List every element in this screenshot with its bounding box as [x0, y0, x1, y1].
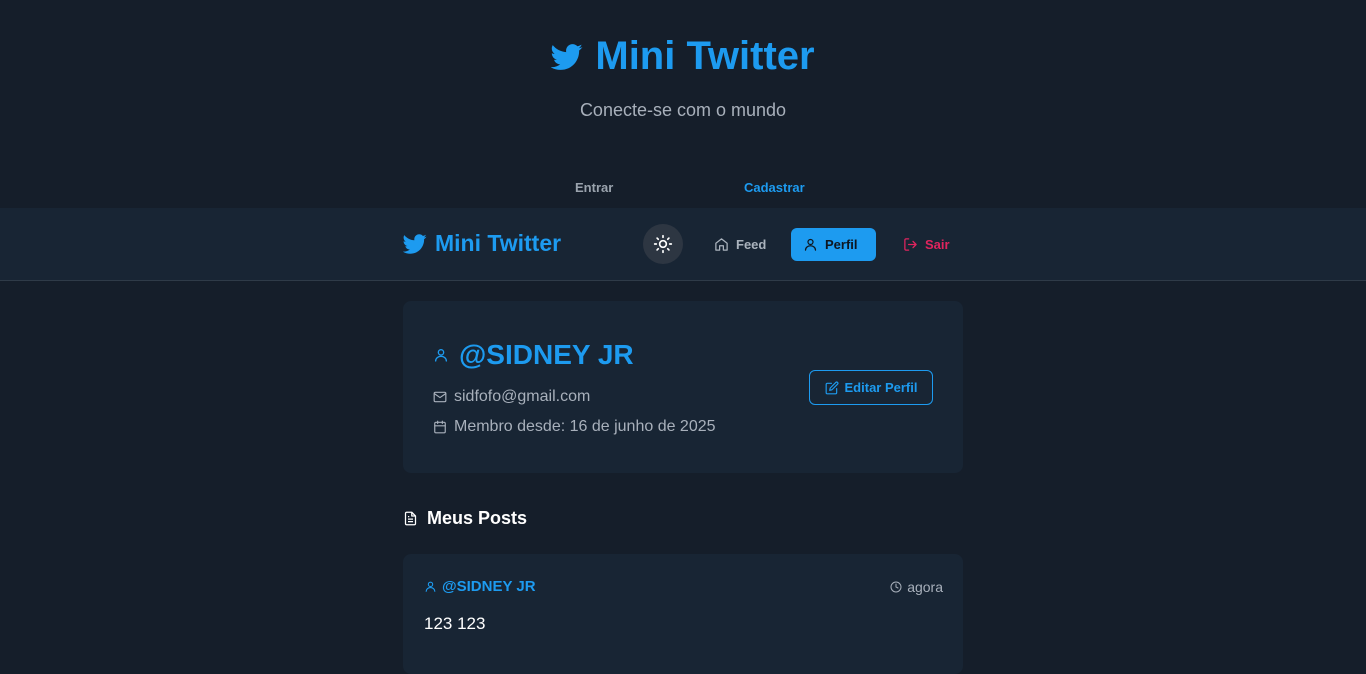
navbar: Mini Twitter Feed Perfil Sair [0, 208, 1366, 281]
nav-profile-link[interactable]: Perfil [791, 228, 876, 261]
clock-icon [890, 581, 902, 593]
post-content: 123 123 [424, 614, 486, 633]
edit-profile-label: Editar Perfil [844, 380, 918, 395]
nav-profile-label: Perfil [825, 237, 858, 252]
home-icon [715, 238, 728, 251]
calendar-icon [434, 420, 446, 434]
my-posts-heading: Meus Posts [403, 508, 527, 529]
auth-tabs: Entrar Cadastrar [0, 180, 1366, 200]
post-timestamp-text: agora [907, 579, 943, 595]
sun-icon [653, 234, 673, 254]
profile-email: sidfofo@gmail.com [433, 388, 590, 406]
logout-icon [904, 238, 917, 251]
twitter-bird-icon [403, 233, 427, 254]
user-icon [804, 238, 817, 251]
hero-title-text: Mini Twitter [595, 34, 815, 78]
tab-register[interactable]: Cadastrar [744, 180, 805, 195]
theme-toggle-button[interactable] [643, 224, 683, 264]
profile-username-text: @SIDNEY JR [459, 339, 634, 370]
post-author-text: @SIDNEY JR [442, 578, 536, 595]
profile-username: @SIDNEY JR [433, 339, 634, 371]
post-timestamp: agora [890, 579, 943, 595]
profile-member-since-text: Membro desde: 16 de junho de 2025 [454, 418, 716, 435]
hero-subtitle: Conecte-se com o mundo [579, 100, 787, 120]
tab-login[interactable]: Entrar [575, 180, 613, 195]
profile-email-text: sidfofo@gmail.com [454, 388, 591, 405]
logout-button[interactable]: Sair [891, 228, 962, 261]
hero-section: Mini Twitter Conecte-se com o mundo Entr… [0, 0, 1366, 208]
document-icon [404, 511, 417, 526]
mail-icon [433, 391, 447, 403]
nav-brand[interactable]: Mini Twitter [403, 230, 561, 257]
user-icon [425, 581, 436, 592]
post-author[interactable]: @SIDNEY JR [424, 578, 536, 595]
profile-card: @SIDNEY JR sidfofo@gmail.com Membro desd… [403, 301, 963, 473]
hero-title: Mini Twitter [0, 34, 1366, 79]
twitter-bird-icon [551, 43, 583, 70]
edit-profile-button[interactable]: Editar Perfil [809, 370, 933, 405]
nav-brand-text: Mini Twitter [435, 230, 562, 256]
profile-member-since: Membro desde: 16 de junho de 2025 [433, 418, 716, 436]
post-card: @SIDNEY JR agora 123 123 [403, 554, 963, 674]
my-posts-heading-text: Meus Posts [427, 508, 528, 528]
nav-feed-label: Feed [736, 237, 767, 252]
nav-feed-link[interactable]: Feed [702, 228, 778, 261]
logout-label: Sair [925, 237, 950, 252]
user-icon [435, 349, 447, 362]
edit-icon [825, 381, 838, 394]
